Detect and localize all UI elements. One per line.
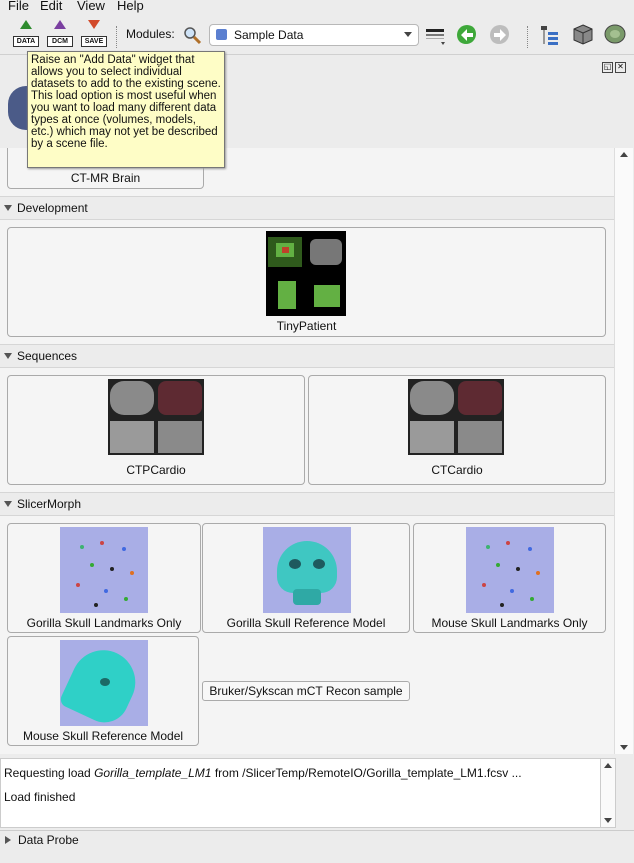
sample-label: Mouse Skull Landmarks Only	[431, 616, 588, 630]
expand-arrow-icon	[5, 836, 11, 844]
back-arrow-icon[interactable]	[456, 24, 476, 44]
toolbar-separator	[116, 26, 119, 48]
section-title: Sequences	[17, 349, 78, 363]
down-arrow-icon	[88, 20, 100, 29]
data-tree-icon[interactable]	[539, 24, 561, 46]
status-line-1: Requesting load Gorilla_template_LM1 fro…	[4, 766, 522, 780]
menu-bar: File Edit View Help	[0, 0, 634, 14]
menu-file[interactable]: File	[8, 0, 29, 13]
models-icon[interactable]	[603, 23, 627, 45]
sample-data-panel: CT-MR Brain Development TinyPatient Sequ…	[0, 148, 614, 754]
mouse-model-thumbnail	[60, 640, 148, 726]
section-title: Development	[17, 201, 88, 215]
tinypatient-thumbnail	[266, 231, 346, 316]
section-title: SlicerMorph	[17, 497, 82, 511]
sample-label: CTPCardio	[126, 463, 186, 477]
module-selector[interactable]: Sample Data	[209, 24, 419, 46]
sample-label: Gorilla Skull Reference Model	[226, 616, 386, 630]
status-scrollbar[interactable]	[600, 758, 616, 828]
save-button[interactable]: SAVE	[80, 20, 107, 50]
scroll-down-icon[interactable]	[604, 818, 612, 823]
sample-label: Gorilla Skull Landmarks Only	[26, 616, 182, 630]
menu-help[interactable]: Help	[117, 0, 144, 13]
search-icon[interactable]	[182, 25, 202, 45]
sample-card-tinypatient[interactable]: TinyPatient	[7, 227, 606, 337]
up-arrow-icon	[20, 20, 32, 29]
main-toolbar: DATA DCM SAVE Modules: Sample Data	[0, 16, 634, 55]
chevron-down-icon	[404, 32, 412, 37]
gorilla-landmarks-thumbnail	[60, 527, 148, 613]
sample-label: CTCardio	[431, 463, 483, 477]
sample-label: TinyPatient	[276, 319, 337, 333]
panel-window-controls: ◱ ✕	[600, 58, 626, 73]
module-selector-value: Sample Data	[234, 28, 304, 42]
collapse-arrow-icon	[4, 501, 12, 507]
sample-label: CT-MR Brain	[70, 171, 141, 185]
data-button-label: DATA	[13, 36, 39, 47]
layout-icon[interactable]	[425, 26, 447, 46]
scroll-down-icon[interactable]	[620, 745, 628, 750]
section-development[interactable]: Development	[0, 196, 614, 220]
bruker-sample-button[interactable]: Bruker/Sykscan mCT Recon sample	[202, 681, 410, 701]
close-panel-icon[interactable]: ✕	[615, 62, 626, 73]
sample-card-ctpcardio[interactable]: CTPCardio	[7, 375, 305, 485]
collapse-arrow-icon	[4, 353, 12, 359]
volume-cube-icon[interactable]	[572, 23, 594, 45]
scroll-up-icon[interactable]	[620, 152, 628, 157]
ctpcardio-thumbnail	[108, 379, 204, 455]
sample-card-gorilla-skull-landmarks[interactable]: Gorilla Skull Landmarks Only	[7, 523, 201, 633]
sample-card-gorilla-skull-model[interactable]: Gorilla Skull Reference Model	[202, 523, 410, 633]
section-sequences[interactable]: Sequences	[0, 344, 614, 368]
section-slicermorph[interactable]: SlicerMorph	[0, 492, 614, 516]
status-line-2: Load finished	[4, 790, 76, 804]
sample-card-mouse-skull-landmarks[interactable]: Mouse Skull Landmarks Only	[413, 523, 606, 633]
forward-arrow-icon[interactable]	[489, 24, 509, 44]
dcm-button-label: DCM	[47, 36, 73, 47]
modules-label: Modules:	[126, 27, 175, 41]
up-arrow-icon	[54, 20, 66, 29]
mouse-landmarks-thumbnail	[466, 527, 554, 613]
toolbar-separator	[527, 26, 530, 48]
sample-card-mouse-skull-model[interactable]: Mouse Skull Reference Model	[7, 636, 199, 746]
save-button-label: SAVE	[81, 36, 107, 47]
status-log: Requesting load Gorilla_template_LM1 fro…	[0, 758, 601, 828]
data-probe-section[interactable]: Data Probe	[0, 830, 634, 849]
add-data-tooltip: Raise an "Add Data" widget that allows y…	[27, 51, 225, 168]
gorilla-model-thumbnail	[263, 527, 351, 613]
ctcardio-thumbnail	[408, 379, 504, 455]
float-panel-icon[interactable]: ◱	[602, 62, 613, 73]
sample-card-ctcardio[interactable]: CTCardio	[308, 375, 606, 485]
collapse-arrow-icon	[4, 205, 12, 211]
add-data-button[interactable]: DATA	[12, 20, 39, 50]
data-probe-label: Data Probe	[18, 833, 79, 847]
scroll-up-icon[interactable]	[604, 763, 612, 768]
sample-label: Mouse Skull Reference Model	[22, 729, 184, 743]
puzzle-icon	[216, 29, 227, 40]
menu-view[interactable]: View	[77, 0, 105, 13]
dicom-button[interactable]: DCM	[46, 20, 73, 50]
content-scrollbar[interactable]	[614, 148, 633, 754]
menu-edit[interactable]: Edit	[40, 0, 62, 13]
